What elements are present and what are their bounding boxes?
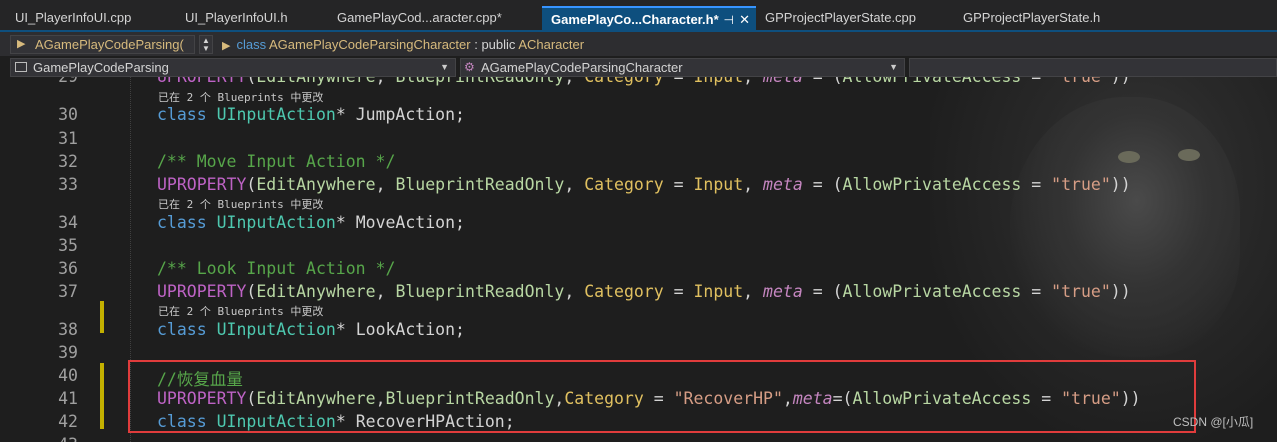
- class-scope-label: AGamePlayCodeParsing(: [35, 37, 184, 52]
- class-inheritance: : public: [470, 37, 519, 52]
- close-icon[interactable]: ✕: [739, 8, 750, 30]
- code-line: UPROPERTY(EditAnywhere, BlueprintReadOnl…: [157, 282, 1131, 301]
- line-number: 31: [58, 129, 78, 148]
- class-scope-combo[interactable]: ▶ AGamePlayCodeParsing(: [10, 35, 195, 54]
- tab-gpprojectplayerstate-h[interactable]: GPProjectPlayerState.h: [954, 6, 1139, 30]
- csdn-watermark: CSDN @[小瓜]: [1173, 415, 1254, 429]
- tab-label: GamePlayCo...Character.h*: [551, 12, 719, 27]
- blueprint-usage-hint[interactable]: 已在 2 个 Blueprints 中更改: [158, 89, 323, 105]
- line-number: 38: [58, 320, 78, 339]
- change-marker: [100, 363, 104, 429]
- chevron-down-icon: ▼: [889, 62, 898, 72]
- code-line: UPROPERTY(EditAnywhere, BlueprintReadOnl…: [157, 77, 1131, 86]
- scope-spinner[interactable]: ▲ ▼: [199, 35, 213, 54]
- member-dropdown-label: AGamePlayCodeParsingCharacter: [481, 60, 683, 75]
- code-comment: /** Look Input Action */: [157, 259, 396, 278]
- class-member-icon: ⚙: [464, 60, 475, 74]
- background-character-eye: [1118, 151, 1140, 163]
- tab-ui-playerinfoui-cpp[interactable]: UI_PlayerInfoUI.cpp: [6, 6, 176, 30]
- class-name: AGamePlayCodeParsingCharacter: [269, 37, 471, 52]
- code-editor[interactable]: 29 UPROPERTY(EditAnywhere, BlueprintRead…: [0, 77, 1277, 442]
- line-number: 35: [58, 236, 78, 255]
- class-declaration-info: ▶ class AGamePlayCodeParsingCharacter : p…: [222, 35, 584, 54]
- chevron-down-icon: ▼: [440, 62, 449, 72]
- code-line: UPROPERTY(EditAnywhere, BlueprintReadOnl…: [157, 175, 1131, 194]
- line-number: 43: [20, 435, 78, 442]
- line-number: 29: [20, 77, 78, 86]
- line-number: 40: [58, 366, 78, 385]
- function-dropdown[interactable]: [909, 58, 1277, 77]
- line-number: 30: [58, 105, 78, 124]
- line-number: 39: [58, 343, 78, 362]
- change-marker: [100, 301, 104, 333]
- blueprint-usage-hint[interactable]: 已在 2 个 Blueprints 中更改: [158, 196, 323, 212]
- line-number: 42: [58, 412, 78, 431]
- line-number: 37: [58, 282, 78, 301]
- class-arrow-icon: ▶: [17, 38, 26, 50]
- background-character-image: [1010, 97, 1240, 357]
- class-keyword: class: [236, 37, 267, 52]
- project-dropdown[interactable]: GamePlayCodeParsing ▼: [10, 58, 456, 77]
- tab-ui-playerinfoui-h[interactable]: UI_PlayerInfoUI.h: [176, 6, 328, 30]
- tab-gpprojectplayerstate-cpp[interactable]: GPProjectPlayerState.cpp: [756, 6, 954, 30]
- line-number: 32: [58, 152, 78, 171]
- line-number: 41: [58, 389, 78, 408]
- background-character-eye: [1178, 149, 1200, 161]
- member-dropdown[interactable]: ⚙ AGamePlayCodeParsingCharacter ▼: [460, 58, 905, 77]
- code-line: class UInputAction* MoveAction;: [157, 213, 465, 232]
- tab-gameplaycod-cpp[interactable]: GamePlayCod...aracter.cpp*: [328, 6, 538, 30]
- class-arrow-icon: ▶: [222, 40, 231, 52]
- code-comment: /** Move Input Action */: [157, 152, 396, 171]
- blueprint-usage-hint[interactable]: 已在 2 个 Blueprints 中更改: [158, 303, 323, 319]
- line-number: 33: [58, 175, 78, 194]
- code-line: class UInputAction* LookAction;: [157, 320, 465, 339]
- code-line: class UInputAction* JumpAction;: [157, 105, 465, 124]
- pin-icon[interactable]: ⊣: [724, 8, 734, 30]
- base-class-name: ACharacter: [518, 37, 585, 52]
- tab-gameplaycharacter-h-active[interactable]: GamePlayCo...Character.h* ⊣ ✕: [542, 6, 756, 30]
- line-number: 34: [58, 213, 78, 232]
- highlight-annotation-box: [128, 360, 1196, 433]
- line-number: 36: [58, 259, 78, 278]
- project-dropdown-label: GamePlayCodeParsing: [33, 60, 169, 75]
- project-icon: [15, 62, 27, 72]
